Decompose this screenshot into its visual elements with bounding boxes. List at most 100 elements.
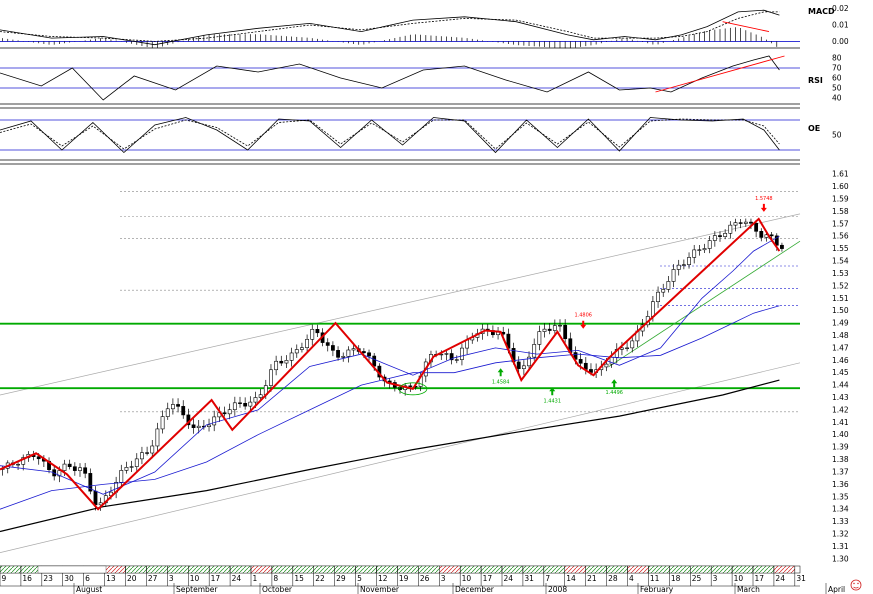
y-tick-label: 1.47 — [832, 343, 849, 352]
candle-body — [238, 402, 242, 404]
rsi-line — [0, 55, 780, 101]
y-tick-label: 1.34 — [832, 505, 849, 514]
candle-body — [521, 365, 526, 369]
up-arrow-icon — [611, 379, 618, 388]
x-tick-label: 10 — [462, 574, 472, 583]
x-tick-label: 7 — [545, 574, 550, 583]
y-tick-label: 1.37 — [832, 467, 849, 476]
candle-body — [145, 452, 149, 454]
candle-body — [119, 470, 124, 483]
candle-body — [191, 424, 196, 428]
y-tick-label: 1.54 — [832, 257, 849, 266]
candle-body — [408, 385, 413, 387]
down-arrow-icon — [760, 203, 767, 212]
x-tick-label: 21 — [587, 574, 597, 583]
x-tick-label: 24 — [504, 574, 514, 583]
week-cell — [376, 565, 398, 574]
candle-body — [759, 231, 764, 238]
month-label: March — [737, 585, 760, 594]
x-tick-label: 28 — [608, 574, 618, 583]
forex-technical-chart: 0.02 0.01 0.00 MACD 80 70 60 50 40 RSI 50 OE 1.61… — [0, 0, 873, 594]
week-cell — [167, 565, 189, 574]
up-arrow-icon — [497, 368, 504, 377]
candle-body — [253, 397, 258, 403]
week-cell — [522, 565, 544, 574]
month-label: February — [640, 585, 674, 594]
week-cell — [229, 565, 252, 574]
y-tick-label: 1.52 — [832, 281, 849, 290]
week-cell — [690, 565, 712, 574]
candle-body — [289, 352, 294, 361]
week-cell — [711, 565, 733, 574]
candle-body — [341, 356, 346, 358]
candle-body — [733, 222, 738, 226]
candle-body — [181, 406, 186, 416]
week-cell — [627, 565, 649, 574]
x-tick-label: 17 — [211, 574, 221, 583]
candle-body — [671, 269, 676, 282]
week-cell — [773, 565, 795, 574]
price-annotation: 1.5748 — [755, 196, 773, 202]
x-tick-label: 23 — [43, 574, 53, 583]
month-label: November — [360, 585, 400, 594]
y-tick-label: 50 — [832, 84, 842, 93]
macd-panel: 0.020.010.00MACD — [0, 4, 849, 49]
x-tick-label: 10 — [734, 574, 744, 583]
candle-body — [305, 338, 309, 348]
candle-body — [155, 428, 160, 447]
week-cell — [355, 565, 377, 574]
x-tick-label: 9 — [2, 574, 7, 583]
x-tick-label: 22 — [315, 574, 325, 583]
y-tick-label: 1.57 — [832, 219, 849, 228]
candle-body — [232, 402, 237, 411]
candle-body — [532, 344, 537, 358]
x-axis-gap — [37, 565, 107, 574]
candle-body — [140, 452, 144, 460]
chart-canvas: 0.020.010.00MACD 8070605040RSI 50OE 1.61… — [0, 4, 862, 594]
y-tick-label: 1.53 — [832, 269, 849, 278]
candle-body — [124, 467, 129, 471]
zoom-icon[interactable] — [850, 579, 862, 591]
candle-body — [578, 359, 583, 364]
candle-body — [444, 353, 449, 355]
candle-body — [16, 463, 20, 466]
candle-body — [361, 351, 366, 354]
week-cell — [209, 565, 231, 574]
x-tick-label: 15 — [294, 574, 304, 583]
y-tick-label: 0.00 — [832, 37, 849, 46]
rsi-trendline — [655, 55, 785, 93]
week-cell — [188, 565, 210, 574]
panel-title: MACD — [808, 7, 835, 16]
candle-body — [723, 233, 728, 237]
y-tick-label: 1.32 — [832, 529, 849, 538]
x-tick-label: 27 — [148, 574, 158, 583]
x-tick-label: 30 — [64, 574, 74, 583]
week-cell — [418, 565, 440, 574]
candle-body — [248, 401, 253, 407]
x-tick-label: 3 — [713, 574, 718, 583]
month-label: October — [262, 585, 293, 594]
candle-body — [625, 347, 629, 349]
candle-body — [676, 264, 681, 270]
candle-body — [269, 369, 273, 386]
week-cell — [439, 565, 461, 574]
price-panel: 1.61 1.60 1.59 1.58 1.57 1.56 1.55 1.54 1.53 1.52… — [0, 170, 849, 563]
price-annotation: 1.4584 — [492, 379, 510, 385]
ma-long-line — [0, 379, 780, 533]
price-annotation: 1.4431 — [544, 398, 562, 404]
candle-body — [134, 458, 139, 467]
x-tick-label: 13 — [106, 574, 116, 583]
y-tick-label: 1.42 — [832, 405, 849, 414]
month-label: April — [828, 585, 845, 594]
candle-body — [310, 328, 315, 340]
zigzag-line — [0, 217, 781, 511]
candle-body — [558, 325, 562, 327]
y-tick-label: 1.61 — [832, 170, 849, 179]
candle-body — [702, 248, 707, 251]
week-cell — [104, 565, 126, 574]
candle-body — [460, 347, 464, 360]
candle-body — [547, 328, 552, 331]
macd-signal-line — [0, 11, 780, 42]
candle-body — [372, 355, 377, 367]
y-tick-label: 1.59 — [832, 195, 849, 204]
